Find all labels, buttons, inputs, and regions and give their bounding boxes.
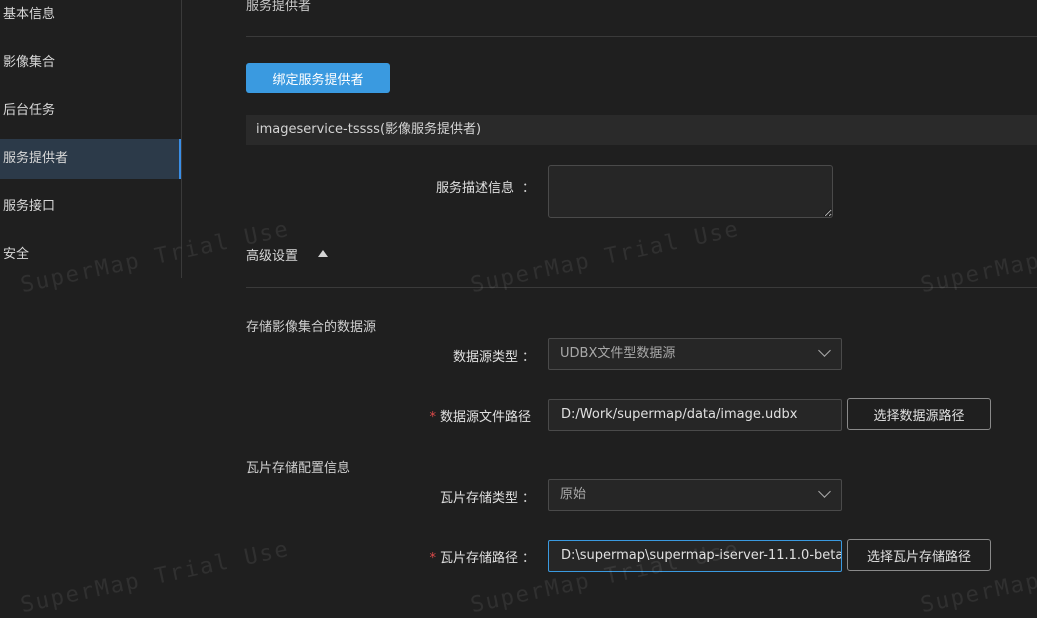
sidebar-item-service-providers[interactable]: 服务提供者 [0, 139, 181, 179]
datasource-type-label: 数据源类型 [452, 350, 518, 365]
datasource-type-value: UDBX文件型数据源 [560, 346, 676, 361]
watermark: SuperMap Trial Use [18, 536, 293, 618]
sidebar-item-service-interfaces[interactable]: 服务接口 [0, 187, 181, 227]
sidebar-item-background-tasks[interactable]: 后台任务 [0, 91, 181, 131]
provider-name-bar: imageservice-tssss(影像服务提供者) [246, 115, 1037, 145]
chevron-down-icon [818, 485, 831, 498]
datasource-path-label: 数据源文件路径 [439, 410, 531, 425]
sidebar-item-basic-info[interactable]: 基本信息 [0, 0, 181, 35]
tile-path-label-wrap: * 瓦片存储路径 [400, 547, 518, 566]
tile-type-label: 瓦片存储类型 [439, 491, 518, 506]
tile-section-title: 瓦片存储配置信息 [246, 461, 351, 476]
colon: ： [522, 491, 536, 506]
description-label: 服务描述信息 [435, 181, 514, 196]
chevron-down-icon [818, 344, 831, 357]
required-mark: * [429, 410, 436, 425]
description-textarea[interactable] [548, 165, 833, 218]
datasource-path-input[interactable]: D:/Work/supermap/data/image.udbx [548, 399, 842, 431]
sidebar-item-security[interactable]: 安全 [0, 235, 181, 275]
bind-provider-button[interactable]: 绑定服务提供者 [246, 63, 390, 93]
datasource-type-select[interactable]: UDBX文件型数据源 [548, 338, 842, 370]
choose-tile-path-button[interactable]: 选择瓦片存储路径 [847, 539, 991, 571]
tile-path-label: 瓦片存储路径 [439, 551, 518, 566]
required-mark: * [429, 551, 436, 566]
datasource-path-label-wrap: * 数据源文件路径 [380, 406, 531, 425]
description-colon: ： [522, 181, 536, 196]
divider [246, 36, 1037, 37]
collapse-up-icon[interactable] [318, 250, 328, 257]
tile-path-input[interactable]: D:\supermap\supermap-iserver-11.1.0-beta [548, 540, 842, 572]
colon: ： [522, 551, 536, 566]
divider [246, 287, 1037, 288]
advanced-settings-label[interactable]: 高级设置 [246, 245, 298, 264]
tile-type-value: 原始 [560, 487, 587, 502]
sidebar: 基本信息 影像集合 后台任务 服务提供者 服务接口 安全 [0, 0, 182, 278]
sidebar-item-image-collections[interactable]: 影像集合 [0, 43, 181, 83]
tile-type-select[interactable]: 原始 [548, 479, 842, 511]
datasource-section-title: 存储影像集合的数据源 [246, 320, 377, 335]
colon: ： [522, 350, 536, 365]
section-header: 服务提供者 [246, 0, 312, 14]
choose-datasource-path-button[interactable]: 选择数据源路径 [847, 398, 991, 430]
